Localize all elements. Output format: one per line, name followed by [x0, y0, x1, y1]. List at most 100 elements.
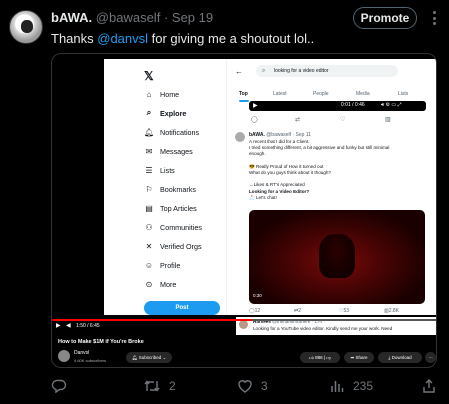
- tab-media: Media: [356, 91, 370, 97]
- promote-button[interactable]: Promote: [353, 7, 417, 29]
- more-options-icon[interactable]: [426, 10, 442, 26]
- inner-like-value: 53: [343, 308, 350, 314]
- nav-verified-orgs: ✕ Verified Orgs: [144, 239, 202, 253]
- nav-communities: ⚇ Communities: [144, 220, 202, 234]
- views-count: 235: [353, 379, 374, 393]
- video-attachment[interactable]: 𝕏 ⌂ Home ⌕ Explore 🔔︎ Notifications ✉ Messag…: [51, 53, 437, 368]
- column-divider: [226, 59, 227, 315]
- views-icon: ▥: [385, 117, 391, 123]
- subscribe-label: Subscribed: [138, 355, 162, 360]
- back-arrow-icon: ←: [235, 67, 243, 76]
- mini-player-time: 0:01 / 0:46: [341, 102, 365, 108]
- share-pill: ➦ Share: [344, 352, 374, 363]
- player-time: 1:50 / 6:45: [76, 323, 100, 329]
- channel-avatar: [58, 350, 70, 362]
- nav-label: Profile: [160, 260, 181, 270]
- inner-video-thumbnail: 0:30: [249, 210, 425, 304]
- nav-label: Explore: [160, 108, 187, 118]
- retweet-icon: [144, 380, 160, 392]
- share-icon: [423, 379, 435, 393]
- tweet-text-end: for giving me a shoutout lol..: [148, 31, 315, 46]
- retweet-button[interactable]: 2: [143, 376, 176, 396]
- inner-avatar: [235, 132, 245, 142]
- inner-tweet-header: bAWA. @bawaself · Sep 11: [249, 132, 311, 138]
- tweet-date[interactable]: Sep 19: [172, 10, 213, 25]
- inner-retweet-count: ⇄ 2: [294, 308, 301, 314]
- tweet-actions: 2 3 235: [51, 376, 443, 396]
- nav-label: Lists: [160, 165, 175, 175]
- silhouette-figure: [319, 234, 355, 278]
- like-count: 886: [315, 355, 323, 360]
- x-logo-icon: 𝕏: [144, 69, 154, 83]
- heart-icon: [238, 380, 252, 393]
- article-icon: ▤: [145, 203, 153, 213]
- nav-lists: ☰ Lists: [144, 163, 175, 177]
- nav-top-articles: ▤ Top Articles: [144, 201, 197, 215]
- like-button[interactable]: 3: [237, 376, 268, 396]
- share-label: Share: [355, 355, 368, 360]
- nav-label: More: [160, 279, 177, 289]
- like-count: 3: [261, 379, 268, 393]
- nav-bookmarks: ⚐ Bookmarks: [144, 182, 196, 196]
- nav-label: Verified Orgs: [160, 241, 202, 251]
- reply-button[interactable]: [51, 376, 67, 396]
- people-icon: ⚇: [145, 222, 153, 232]
- nav-label: Messages: [160, 146, 193, 156]
- nav-explore: ⌕ Explore: [144, 106, 187, 120]
- youtube-title: How to Make $1M if You're Broke: [58, 339, 144, 345]
- like-icon: ♡: [340, 117, 346, 123]
- inner-views-count: ▥ 2.8K: [384, 308, 400, 314]
- search-query: looking for a video editor: [274, 68, 329, 74]
- tweet: bAWA. @bawaself · Sep 19 Promote Thanks …: [0, 0, 449, 404]
- tweet-text-start: Thanks: [51, 31, 98, 46]
- tweet-header: bAWA. @bawaself · Sep 19: [51, 10, 213, 25]
- nav-label: Home: [160, 89, 180, 99]
- peek-avatar: [239, 320, 248, 329]
- channel-name: Danvsl: [74, 350, 90, 356]
- search-tabs: Top Latest People Media Lists: [231, 89, 436, 102]
- retweet-icon: ⇄: [295, 117, 301, 123]
- share-button[interactable]: [421, 376, 437, 396]
- like-pill: 👍︎ 886 | 👎︎: [300, 352, 340, 363]
- more-circle-icon: ⊙: [145, 279, 153, 289]
- bell-icon: 🔔︎: [144, 127, 155, 137]
- inner-tweet-text: A recent that I did for a Client. I trie…: [249, 139, 429, 201]
- author-avatar[interactable]: [9, 10, 43, 44]
- retweet-count: 2: [169, 379, 176, 393]
- views-button[interactable]: 235: [329, 376, 373, 396]
- subscribe-pill: 🔔︎ Subscribed ⌄: [126, 352, 172, 363]
- search-column: ← ⌕ looking for a video editor Top Lates…: [231, 59, 436, 315]
- tab-latest: Latest: [273, 91, 287, 97]
- player-control-icons: 🔊︎ ⚙ ▭ ⤢: [381, 102, 402, 108]
- author-name[interactable]: bAWA.: [51, 10, 92, 25]
- reply-icon: [51, 379, 67, 394]
- nav-messages: ✉ Messages: [144, 144, 193, 158]
- volume-icon[interactable]: ◀: [66, 323, 71, 329]
- inner-reply-value: 12: [254, 308, 261, 314]
- player-controls: ▶ ◀ 1:50 / 6:45: [56, 322, 100, 329]
- author-handle[interactable]: @bawaself: [96, 10, 161, 25]
- x-logo-icon: ✕: [145, 241, 153, 251]
- inner-reply-count: ◯ 12: [249, 308, 261, 314]
- nav-home: ⌂ Home: [144, 87, 180, 101]
- play-icon[interactable]: ▶: [56, 323, 61, 329]
- download-label: Download: [391, 355, 412, 360]
- peek-text: Looking for a YouTube video editor. Kind…: [253, 326, 393, 331]
- nav-profile: ☺ Profile: [144, 258, 180, 272]
- search-box: ⌕ looking for a video editor: [256, 65, 398, 77]
- play-icon: ▶: [253, 103, 258, 109]
- mini-player: ▶ 0:01 / 0:46 🔊︎ ⚙ ▭ ⤢: [249, 101, 426, 111]
- header-separator: ·: [163, 10, 169, 25]
- profile-icon: ☺: [144, 260, 154, 270]
- nav-label: Bookmarks: [160, 184, 196, 194]
- views-icon: [331, 381, 344, 392]
- inner-video-time: 0:30: [253, 293, 262, 298]
- tab-top: Top: [239, 91, 248, 97]
- avatar-face: [21, 20, 33, 33]
- inner-views-value: 2.8K: [388, 308, 400, 314]
- nav-notifications: 🔔︎ Notifications: [144, 125, 199, 139]
- mention-link[interactable]: @danvsl: [97, 31, 148, 46]
- download-pill: ⤓ Download: [378, 352, 422, 363]
- nav-more: ⊙ More: [144, 277, 177, 291]
- nav-label: Communities: [160, 222, 202, 232]
